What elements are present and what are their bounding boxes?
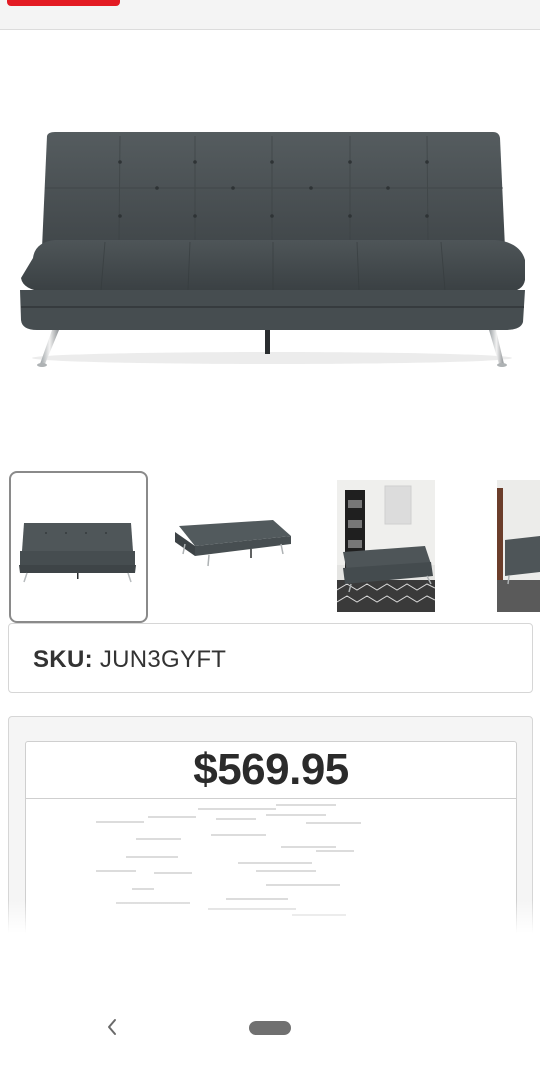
thumbnail-sofa-room-scene[interactable]: [337, 480, 435, 612]
chevron-left-icon[interactable]: [100, 1015, 124, 1039]
system-navigation-bar: [0, 995, 540, 1065]
sku-label: SKU:: [33, 646, 93, 673]
home-pill-icon[interactable]: [249, 1021, 291, 1035]
bottom-fade-overlay: [0, 900, 540, 1010]
thumbnail-sofa-bed-flat[interactable]: [165, 508, 295, 578]
browser-top-bar: [0, 0, 540, 30]
product-main-image[interactable]: [15, 120, 530, 380]
price-header: $569.95: [26, 742, 516, 799]
thumbnail-sofa-front[interactable]: [9, 471, 148, 623]
thumbnail-sofa-room-scene-partial[interactable]: [497, 480, 540, 612]
product-thumbnail-strip: [0, 468, 540, 624]
sku-line: SKU: JUN3GYFT: [33, 646, 226, 674]
brand-red-tab[interactable]: [7, 0, 120, 6]
sku-panel: SKU: JUN3GYFT: [8, 623, 533, 693]
product-price: $569.95: [193, 745, 349, 794]
sku-value: JUN3GYFT: [99, 646, 227, 673]
